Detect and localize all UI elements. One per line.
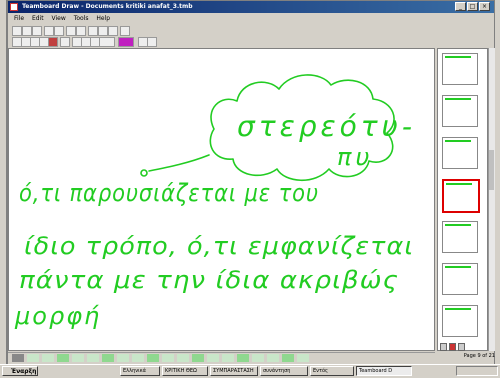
- task-button[interactable]: Eλληνικά: [120, 366, 160, 376]
- slide-icon[interactable]: [88, 26, 98, 36]
- pen-preset-button[interactable]: [282, 354, 294, 362]
- pen-preset-button[interactable]: [222, 354, 234, 362]
- task-button-active[interactable]: Teamboard D: [356, 366, 412, 376]
- open-icon[interactable]: [22, 26, 32, 36]
- menu-help[interactable]: Help: [96, 14, 110, 24]
- paste-icon[interactable]: [108, 26, 118, 36]
- task-button[interactable]: Εντός: [310, 366, 354, 376]
- add-page-button[interactable]: [449, 343, 456, 351]
- minimize-button[interactable]: _: [455, 2, 466, 11]
- slide-thumbnails-pane: [437, 48, 488, 351]
- menu-edit[interactable]: Edit: [32, 14, 44, 24]
- ink-layer: στερεότυ- πυ ό,τι παρουσιάζεται με του ί…: [14, 74, 416, 330]
- handwriting-line-4: μορφή: [14, 302, 101, 330]
- thumbnail-ink: [445, 98, 471, 100]
- left-edge: [0, 0, 7, 372]
- pen-preset-button[interactable]: [57, 354, 69, 362]
- pen-preset-button[interactable]: [27, 354, 39, 362]
- task-button[interactable]: συνάντηση: [260, 366, 308, 376]
- line-style-dropdown[interactable]: [99, 37, 115, 47]
- pen-preset-button[interactable]: [207, 354, 219, 362]
- undo-icon[interactable]: [66, 26, 76, 36]
- slide-thumbnail[interactable]: [442, 305, 478, 337]
- cloud-text-line1: στερεότυ-: [237, 110, 416, 143]
- new-icon[interactable]: [12, 26, 22, 36]
- pen-preset-button[interactable]: [252, 354, 264, 362]
- page-indicator: Page 9 of 21: [463, 353, 495, 359]
- next-page-button[interactable]: [458, 343, 465, 351]
- start-button[interactable]: Έναρξη: [2, 366, 38, 376]
- pen-preset-button[interactable]: [147, 354, 159, 362]
- thumbnail-ink: [445, 266, 471, 268]
- handwriting-line-3: πάντα με την ίδια ακριβώς: [19, 266, 399, 294]
- scrollbar-thumb[interactable]: [489, 150, 494, 190]
- thumbnail-ink: [445, 308, 471, 310]
- close-button[interactable]: ×: [479, 2, 490, 11]
- thumbnail-ink: [445, 56, 471, 58]
- slide-thumbnail[interactable]: [442, 221, 478, 253]
- pen-preset-button[interactable]: [132, 354, 144, 362]
- cloud-tail: [148, 154, 210, 172]
- handwriting-line-1: ό,τι παρουσιάζεται με του: [19, 179, 319, 207]
- pen-preset-button[interactable]: [102, 354, 114, 362]
- window-title: Teamboard Draw - Documents kritiki anafa…: [22, 3, 193, 10]
- handwriting-line-2: ίδιο τρόπο, ό,τι εμφανίζεται: [24, 232, 414, 260]
- help-icon[interactable]: [120, 26, 130, 36]
- pen-toolbar: [8, 352, 435, 363]
- menu-file[interactable]: File: [14, 14, 24, 24]
- slide-thumbnail[interactable]: [442, 263, 478, 295]
- menu-tools[interactable]: Tools: [74, 14, 89, 24]
- prev-page-button[interactable]: [440, 343, 447, 351]
- pen-preset-button[interactable]: [117, 354, 129, 362]
- main-toolbar: [8, 25, 494, 36]
- pen-preset-button[interactable]: [87, 354, 99, 362]
- cloud-tail-bubble: [140, 169, 148, 177]
- task-button[interactable]: ΚΡΙΤΙΚΗ ΘΕΩ: [162, 366, 208, 376]
- print-icon[interactable]: [44, 26, 54, 36]
- save-icon[interactable]: [32, 26, 42, 36]
- task-button[interactable]: ΣΥΜΠΑΡΑΣΤΑΣΗ: [210, 366, 258, 376]
- pen-preset-button[interactable]: [12, 354, 24, 362]
- slide-thumbnail[interactable]: [442, 95, 478, 127]
- menu-view[interactable]: View: [52, 14, 66, 24]
- slide-thumbnail[interactable]: [442, 53, 478, 85]
- pen-preset-button[interactable]: [297, 354, 309, 362]
- pen-preset-button[interactable]: [267, 354, 279, 362]
- screen-icon[interactable]: [147, 37, 157, 47]
- draw-toolbar: [8, 36, 494, 47]
- title-bar: Teamboard Draw - Documents kritiki anafa…: [8, 1, 494, 13]
- preview-icon[interactable]: [54, 26, 64, 36]
- fill-color-icon[interactable]: [48, 37, 58, 47]
- menu-bar: File Edit View Tools Help: [8, 14, 494, 24]
- thumbnail-ink: [445, 140, 471, 142]
- pen-preset-button[interactable]: [192, 354, 204, 362]
- maximize-button[interactable]: □: [467, 2, 478, 11]
- slide-thumbnail[interactable]: [442, 137, 478, 169]
- pen-preset-button[interactable]: [42, 354, 54, 362]
- slide-thumbnail-selected[interactable]: [442, 179, 480, 213]
- system-tray: [456, 366, 498, 376]
- pen-preset-button[interactable]: [162, 354, 174, 362]
- thumbnails-scrollbar[interactable]: [488, 48, 495, 351]
- color-dropdown[interactable]: [118, 37, 134, 47]
- copy-icon[interactable]: [98, 26, 108, 36]
- pen-preset-button[interactable]: [72, 354, 84, 362]
- drawing-canvas[interactable]: στερεότυ- πυ ό,τι παρουσιάζεται με του ί…: [8, 48, 435, 351]
- cloud-text-line2: πυ: [337, 143, 373, 171]
- app-icon: [10, 3, 18, 11]
- pen-preset-button[interactable]: [177, 354, 189, 362]
- pen-preset-button[interactable]: [237, 354, 249, 362]
- eraser-icon[interactable]: [60, 37, 70, 47]
- thumbnail-ink: [446, 183, 472, 185]
- thumbnail-ink: [445, 224, 471, 226]
- redo-icon[interactable]: [76, 26, 86, 36]
